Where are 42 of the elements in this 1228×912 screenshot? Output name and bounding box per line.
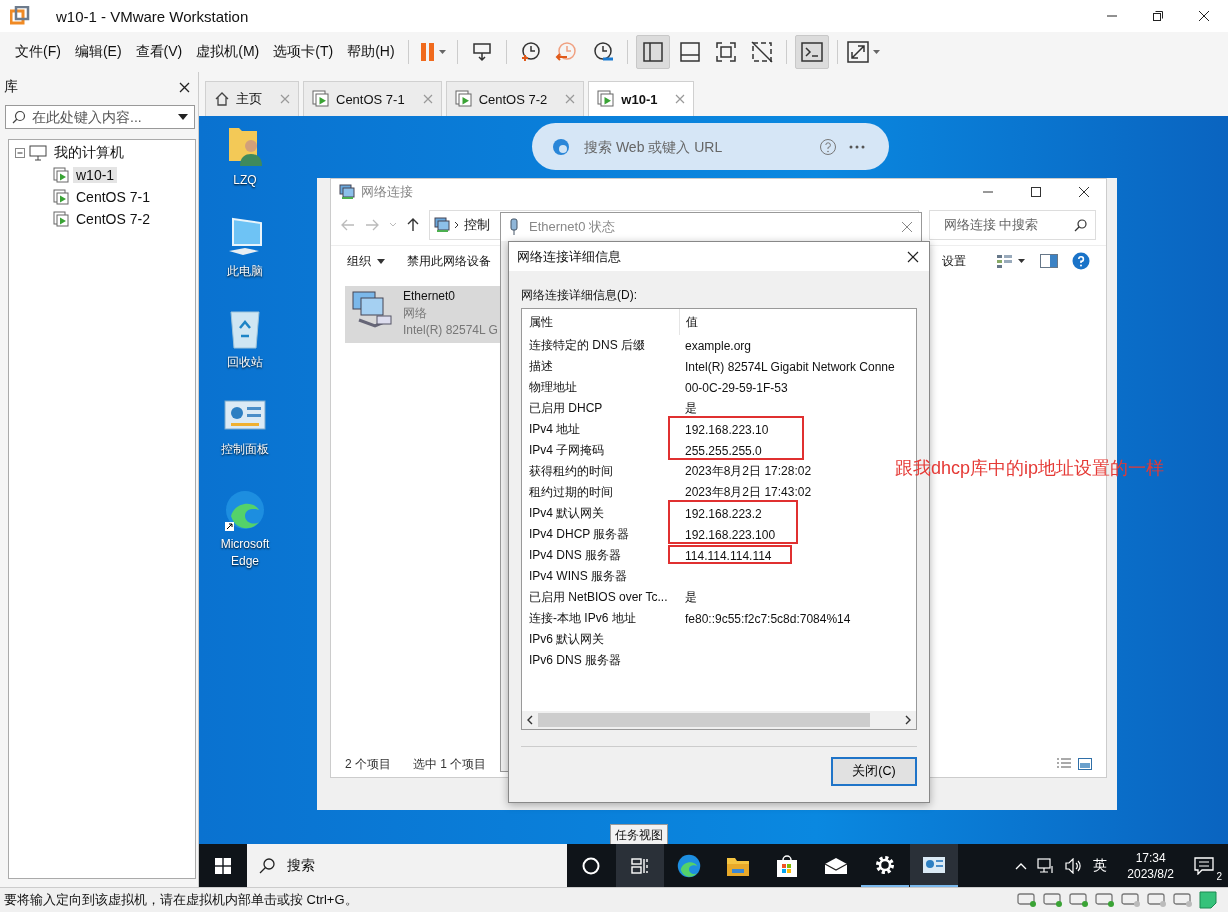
value-cell-text: example.org: [684, 338, 752, 353]
value-cell-text: 192.168.223.100: [684, 527, 776, 542]
property-cell-text: IPv4 DNS 服务器: [528, 547, 622, 564]
value-cell-text: 255.255.255.0: [684, 443, 762, 458]
dialog-title: 网络连接详细信息: [517, 247, 621, 266]
property-cell-text: IPv6 DNS 服务器: [528, 652, 622, 669]
property-cell-text: IPv4 地址: [528, 421, 582, 438]
adapter-name: Ethernet0: [403, 288, 457, 305]
property-cell-text: 获得租约的时间: [528, 463, 614, 480]
property-cell-text: IPv4 DHCP 服务器: [528, 526, 631, 543]
property-cell-text: IPv6 默认网关: [528, 631, 606, 648]
window-title: w10-1 - VMware Workstation: [56, 7, 249, 25]
status-text: 2 个项目: [345, 755, 391, 773]
status-text: 要将输入定向到该虚拟机，请在虚拟机内部单击或按 Ctrl+G。: [4, 891, 358, 909]
notification-count: 2: [1216, 870, 1222, 882]
value-cell-text: fe80::9c55:f2c7:5c8d:7084%14: [684, 611, 851, 626]
value-cell-text: Intel(R) 82574L Gigabit Network Conne: [684, 359, 895, 374]
value-cell-text: 00-0C-29-59-1F-53: [684, 380, 788, 395]
panel-title: 库: [4, 78, 18, 96]
property-cell-text: 已启用 DHCP: [528, 400, 604, 417]
value-cell-text: 是: [684, 589, 697, 606]
adapter-detail: Intel(R) 82574L G: [403, 322, 498, 339]
dialog-title: Ethernet0 状态: [529, 218, 615, 236]
value-cell-text: 192.168.223.2: [684, 506, 762, 521]
window-title: 网络连接: [361, 183, 413, 201]
property-cell-text: IPv4 子网掩码: [528, 442, 606, 459]
adapter-detail: 网络: [403, 305, 428, 322]
property-cell-text: 描述: [528, 358, 554, 375]
value-cell-text: 192.168.223.10: [684, 422, 769, 437]
property-cell-text: 租约过期的时间: [528, 484, 614, 501]
status-text: 选中 1 个项目: [413, 755, 487, 773]
property-cell-text: 已启用 NetBIOS over Tc...: [528, 589, 669, 606]
property-cell-text: 物理地址: [528, 379, 578, 396]
property-cell-text: IPv4 默认网关: [528, 505, 606, 522]
value-cell-text: 2023年8月2日 17:28:02: [684, 463, 812, 480]
property-cell-text: 连接-本地 IPv6 地址: [528, 610, 637, 627]
value-cell-text: 是: [684, 400, 697, 417]
value-cell-text: 114.114.114.114: [684, 548, 772, 563]
property-cell-text: IPv4 WINS 服务器: [528, 568, 628, 585]
value-cell-text: 2023年8月2日 17:43:02: [684, 484, 812, 501]
list-label: 网络连接详细信息(D):: [521, 287, 638, 304]
tooltip: 任务视图: [610, 824, 668, 844]
